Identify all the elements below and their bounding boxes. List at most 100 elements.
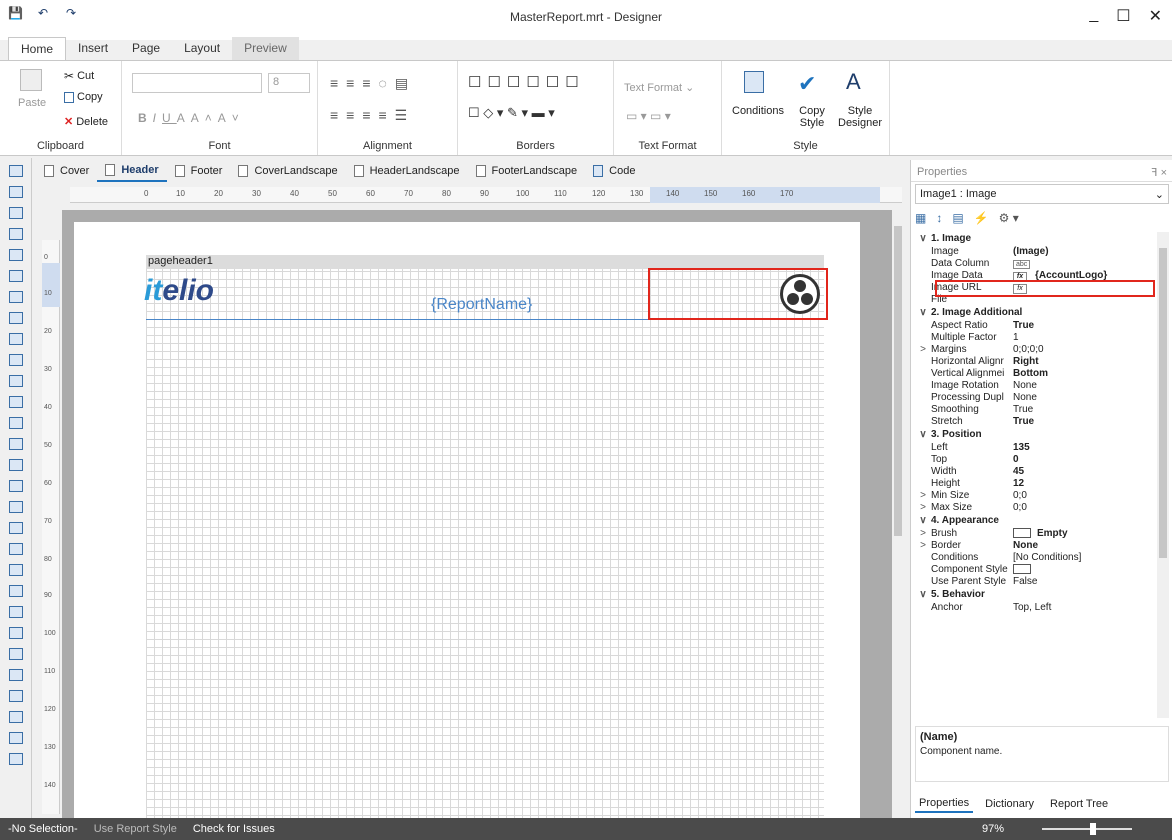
property-value[interactable]: None (1013, 540, 1157, 552)
property-row[interactable]: Anchor Top, Left (915, 602, 1157, 614)
expander-icon[interactable]: > (915, 540, 931, 552)
property-row[interactable]: > Max Size 0;0 (915, 502, 1157, 514)
toolbox-item[interactable] (8, 270, 23, 282)
scrollbar-thumb[interactable] (894, 226, 902, 536)
property-row[interactable]: Image Rotation None (915, 380, 1157, 392)
expander-icon[interactable]: > (915, 344, 931, 356)
paste-button[interactable]: Paste (18, 97, 46, 109)
toolbox-item[interactable] (8, 354, 23, 366)
toolbox-item[interactable] (8, 732, 23, 744)
property-value[interactable]: False (1013, 576, 1157, 588)
scrollbar-thumb[interactable] (1159, 248, 1167, 558)
page-tab-coverlandscape[interactable]: CoverLandscape (230, 160, 345, 182)
property-row[interactable]: > Min Size 0;0 (915, 490, 1157, 502)
sort-icon[interactable]: ↕ (936, 211, 942, 225)
font-name-select[interactable] (132, 73, 262, 93)
selection-status[interactable]: -No Selection- (0, 823, 86, 835)
property-value[interactable]: [No Conditions] (1013, 552, 1157, 564)
toolbox-item[interactable] (8, 438, 23, 450)
property-row[interactable]: Left 135 (915, 442, 1157, 454)
expander-icon[interactable]: ∨ (915, 515, 931, 527)
property-row[interactable]: > Margins 0;0;0;0 (915, 344, 1157, 356)
page-tab-headerlandscape[interactable]: HeaderLandscape (346, 160, 468, 182)
page-grid[interactable] (146, 255, 824, 825)
property-row[interactable]: Top 0 (915, 454, 1157, 466)
property-row[interactable]: Image (Image) (915, 246, 1157, 258)
copy-style-button[interactable]: Copy Style (794, 105, 830, 129)
pin-icon[interactable]: ꟻ (1151, 167, 1157, 179)
grow-font-button[interactable]: A˄ (191, 111, 218, 125)
italic-button[interactable]: I (153, 111, 162, 125)
property-row[interactable]: Multiple Factor 1 (915, 332, 1157, 344)
property-category[interactable]: ∨ 1. Image (915, 232, 1157, 246)
toolbox-item[interactable] (8, 585, 23, 597)
toolbox-item[interactable] (8, 648, 23, 660)
check-issues-button[interactable]: Check for Issues (185, 823, 283, 835)
page-tab-footer[interactable]: Footer (167, 160, 231, 182)
property-row[interactable]: Conditions [No Conditions] (915, 552, 1157, 564)
toolbox-item[interactable] (8, 543, 23, 555)
canvas-scrollbar[interactable] (892, 210, 904, 818)
pin-close-icons[interactable]: ꟻ × (1151, 166, 1167, 179)
tab-home[interactable]: Home (8, 37, 67, 61)
property-value[interactable]: 135 (1013, 442, 1157, 454)
property-value[interactable]: None (1013, 380, 1157, 392)
page-tab-header[interactable]: Header (97, 160, 167, 182)
text-format-dropdown[interactable]: Text Format ⌄ (624, 81, 694, 94)
toolbox-item[interactable] (8, 249, 23, 261)
property-value[interactable]: 0 (1013, 454, 1157, 466)
property-row[interactable]: Stretch True (915, 416, 1157, 428)
close-button[interactable]: ✕ (1149, 6, 1162, 26)
underline-button[interactable]: U (162, 111, 177, 125)
font-size-select[interactable]: 8 (268, 73, 310, 93)
property-row[interactable]: Use Parent Style False (915, 576, 1157, 588)
expander-icon[interactable]: ∨ (915, 429, 931, 441)
toolbox-item[interactable] (8, 522, 23, 534)
toolbox-item[interactable] (8, 165, 23, 177)
toolbox-item[interactable] (8, 291, 23, 303)
property-value[interactable]: (Image) (1013, 246, 1157, 258)
toolbox-item[interactable] (8, 375, 23, 387)
expander-icon[interactable]: ∨ (915, 233, 931, 245)
property-row[interactable]: Width 45 (915, 466, 1157, 478)
toolbox-item[interactable] (8, 228, 23, 240)
border-style-buttons[interactable]: ☐ ◇ ▾ ✎ ▾ ▬ ▾ (468, 105, 555, 121)
property-value[interactable]: Empty (1013, 528, 1157, 540)
toolbox-item[interactable] (8, 417, 23, 429)
border-buttons[interactable]: ☐☐☐☐☐☐ (468, 73, 585, 91)
property-value[interactable]: 45 (1013, 466, 1157, 478)
toolbox-item[interactable] (8, 312, 23, 324)
toolbox-item[interactable] (8, 501, 23, 513)
report-name-text[interactable]: {ReportName} (431, 296, 532, 314)
conditions-button[interactable]: Conditions (732, 105, 784, 117)
property-value[interactable]: True (1013, 404, 1157, 416)
property-value[interactable]: 12 (1013, 478, 1157, 490)
toolbox-item[interactable] (8, 564, 23, 576)
property-row[interactable]: Height 12 (915, 478, 1157, 490)
property-value[interactable]: 1 (1013, 332, 1157, 344)
property-value[interactable]: 0;0 (1013, 502, 1157, 514)
property-row[interactable]: Processing Dupl None (915, 392, 1157, 404)
component-selector[interactable]: Image1 : Image ⌄ (915, 184, 1169, 204)
tab-page[interactable]: Page (120, 37, 172, 61)
property-row[interactable]: > Brush Empty (915, 528, 1157, 540)
use-report-style[interactable]: Use Report Style (86, 823, 185, 835)
property-row[interactable]: Aspect Ratio True (915, 320, 1157, 332)
expander-icon[interactable]: ∨ (915, 307, 931, 319)
delete-button[interactable]: ✕ Delete (64, 115, 108, 129)
zoom-slider[interactable] (1042, 823, 1132, 835)
expander-icon[interactable]: > (915, 528, 931, 540)
style-designer-button[interactable]: Style Designer (838, 105, 882, 129)
tab-preview[interactable]: Preview (232, 37, 299, 61)
report-page[interactable]: pageheader1 itelio {ReportName} (74, 222, 860, 825)
toolbox-item[interactable] (8, 186, 23, 198)
zoom-slider-thumb[interactable] (1090, 823, 1096, 835)
close-panel-icon[interactable]: × (1161, 167, 1167, 179)
toolbox-item[interactable] (8, 711, 23, 723)
align-left-buttons[interactable]: ≡≡≡≡☰ (330, 107, 415, 124)
cut-button[interactable]: ✂ Cut (64, 69, 94, 83)
page-tab-footerlandscape[interactable]: FooterLandscape (468, 160, 586, 182)
property-category[interactable]: ∨ 4. Appearance (915, 514, 1157, 528)
property-value[interactable]: True (1013, 320, 1157, 332)
align-top-buttons[interactable]: ≡≡≡◌▤ (330, 75, 416, 92)
